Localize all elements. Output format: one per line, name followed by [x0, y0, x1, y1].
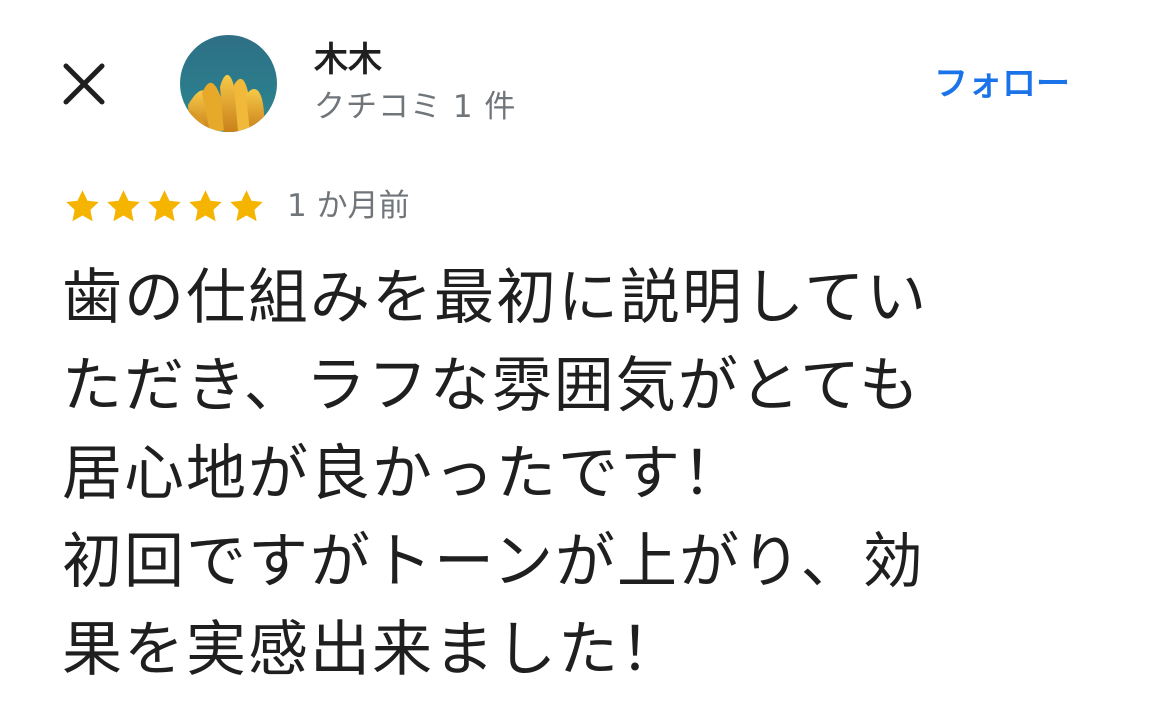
- star-icon: [107, 189, 140, 221]
- star-icon: [148, 189, 181, 221]
- star-icon: [66, 189, 99, 221]
- review-text-line: ただき、ラフな雰囲気がとても: [62, 351, 921, 421]
- review-text-line: 居心地が良かったです！: [62, 439, 744, 509]
- review-detail-screen: 木木 クチコミ 1 件 フォロー 1 か月前 歯の仕組みを最初に説明してい ただ…: [0, 0, 1170, 723]
- review-text-line: 果を実感出来ました！: [62, 615, 682, 685]
- star-icon: [230, 189, 263, 221]
- close-button[interactable]: [52, 52, 116, 116]
- avatar[interactable]: [180, 35, 277, 132]
- review-text-line: 歯の仕組みを最初に説明してい: [62, 263, 929, 333]
- rating-row: 1 か月前: [62, 184, 410, 228]
- star-icon: [189, 189, 222, 221]
- review-time: 1 か月前: [287, 188, 410, 224]
- user-name[interactable]: 木木: [314, 38, 382, 82]
- avatar-image: [180, 35, 277, 132]
- review-text-line: 初回ですがトーンが上がり、効: [62, 527, 925, 597]
- star-rating: [62, 186, 267, 227]
- follow-button[interactable]: フォロー: [934, 62, 1070, 106]
- review-text: 歯の仕組みを最初に説明してい ただき、ラフな雰囲気がとても 居心地が良かったです…: [62, 254, 1122, 694]
- close-icon: [63, 63, 105, 105]
- review-count: クチコミ 1 件: [314, 89, 517, 125]
